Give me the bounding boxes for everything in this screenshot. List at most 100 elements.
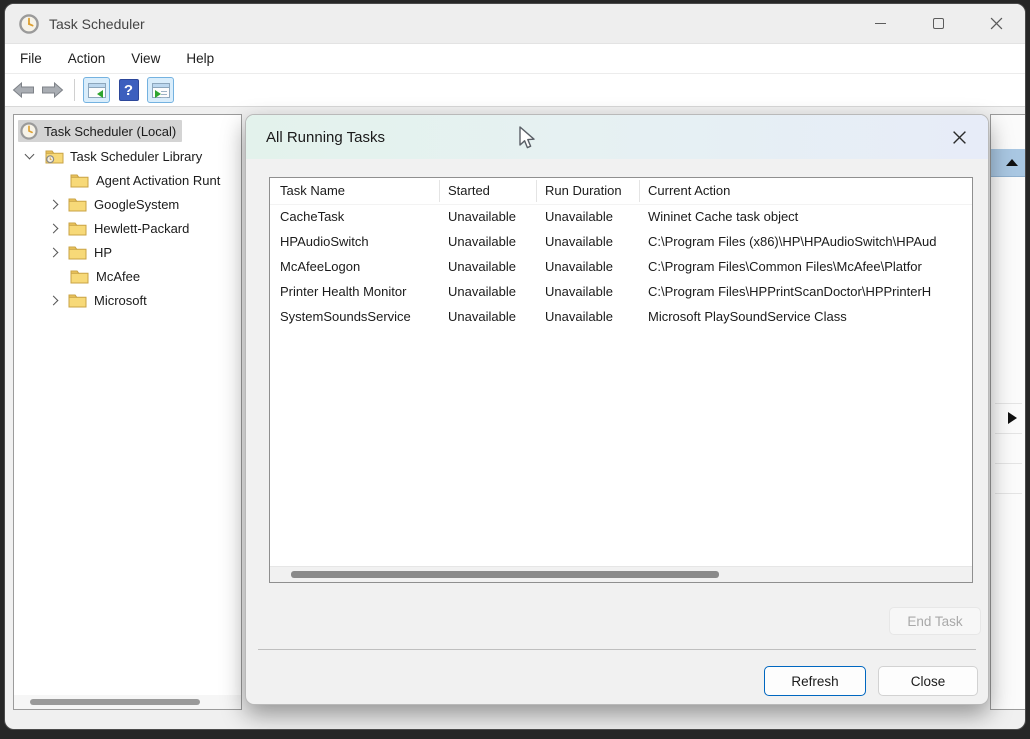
menu-action[interactable]: Action: [68, 51, 106, 66]
chevron-right-icon[interactable]: [49, 199, 59, 209]
cell-run-duration: Unavailable: [545, 309, 640, 324]
cell-task-name: Printer Health Monitor: [280, 284, 438, 299]
tree-item-label: HP: [94, 245, 112, 260]
tree-item-label: Hewlett-Packard: [94, 221, 189, 236]
console-tree-panel: Task Scheduler (Local) Task Scheduler Li…: [13, 114, 242, 710]
chevron-right-icon[interactable]: [49, 247, 59, 257]
cell-started: Unavailable: [448, 259, 536, 274]
folder-icon: [70, 268, 89, 284]
list-scrollbar-thumb[interactable]: [291, 571, 719, 578]
dialog-separator: [258, 649, 976, 650]
back-arrow-icon[interactable]: [10, 81, 37, 99]
menu-file[interactable]: File: [20, 51, 42, 66]
column-header-current-action[interactable]: Current Action: [648, 183, 730, 198]
end-task-button[interactable]: End Task: [889, 607, 981, 635]
chevron-right-icon[interactable]: [49, 295, 59, 305]
chevron-right-icon[interactable]: [49, 223, 59, 233]
folder-icon: [70, 172, 89, 188]
toolbar: ?: [5, 74, 1025, 107]
window-titlebar: Task Scheduler: [5, 4, 1025, 44]
cell-started: Unavailable: [448, 284, 536, 299]
dialog-titlebar: All Running Tasks: [246, 115, 988, 159]
cell-task-name: CacheTask: [280, 209, 438, 224]
close-icon: [990, 17, 1003, 30]
action-pane-icon: [152, 83, 170, 98]
column-header-task-name[interactable]: Task Name: [280, 183, 345, 198]
tree-item-folder-0[interactable]: Agent Activation Runt: [70, 168, 220, 192]
list-horizontal-scrollbar[interactable]: [270, 566, 972, 582]
tree-item-label: McAfee: [96, 269, 140, 284]
table-row[interactable]: SystemSoundsService Unavailable Unavaila…: [270, 305, 972, 330]
table-row[interactable]: Printer Health Monitor Unavailable Unava…: [270, 280, 972, 305]
clock-icon: [19, 14, 39, 34]
folder-icon: [68, 244, 87, 260]
selected-tree-item: Task Scheduler (Local): [18, 120, 182, 142]
clock-icon: [20, 122, 38, 140]
cell-current-action: Microsoft PlaySoundService Class: [648, 309, 970, 324]
actions-pane-header[interactable]: [991, 149, 1026, 177]
tree-item-folder-3[interactable]: HP: [50, 240, 112, 264]
table-row[interactable]: HPAudioSwitch Unavailable Unavailable C:…: [270, 230, 972, 255]
running-tasks-list[interactable]: Task Name Started Run Duration Current A…: [269, 177, 973, 583]
tree-scrollbar-thumb[interactable]: [30, 699, 200, 705]
cell-started: Unavailable: [448, 309, 536, 324]
cell-run-duration: Unavailable: [545, 209, 640, 224]
cell-run-duration: Unavailable: [545, 284, 640, 299]
menu-bar: File Action View Help: [5, 44, 1025, 74]
menu-help[interactable]: Help: [186, 51, 214, 66]
collapse-up-icon: [1006, 159, 1018, 166]
tree-horizontal-scrollbar[interactable]: [14, 695, 241, 709]
folder-icon: [68, 292, 87, 308]
tree-item-folder-1[interactable]: GoogleSystem: [50, 192, 179, 216]
chevron-down-icon[interactable]: [25, 150, 35, 160]
forward-arrow-icon[interactable]: [39, 81, 66, 99]
show-action-pane-button[interactable]: [147, 77, 174, 103]
cell-task-name: HPAudioSwitch: [280, 234, 438, 249]
refresh-button[interactable]: Refresh: [764, 666, 866, 696]
minimize-icon: [875, 23, 886, 24]
tree-item-label: Agent Activation Runt: [96, 173, 220, 188]
dialog-close-button[interactable]: [946, 124, 972, 150]
mouse-cursor: [516, 126, 538, 152]
folder-icon: [68, 196, 87, 212]
maximize-icon: [933, 18, 944, 29]
tree-item-folder-4[interactable]: McAfee: [70, 264, 140, 288]
column-header-started[interactable]: Started: [448, 183, 490, 198]
cell-started: Unavailable: [448, 234, 536, 249]
table-row[interactable]: CacheTask Unavailable Unavailable Winine…: [270, 205, 972, 230]
tree-item-library[interactable]: Task Scheduler Library: [26, 144, 202, 168]
cell-current-action: Wininet Cache task object: [648, 209, 970, 224]
task-scheduler-window: Task Scheduler File Action View Help: [4, 3, 1026, 730]
tree-item-task-scheduler-local[interactable]: Task Scheduler (Local): [18, 119, 182, 143]
dialog-title: All Running Tasks: [266, 129, 385, 146]
cell-current-action: C:\Program Files\Common Files\McAfee\Pla…: [648, 259, 970, 274]
show-console-tree-button[interactable]: [83, 77, 110, 103]
console-tree-icon: [88, 83, 106, 98]
tree-item-folder-2[interactable]: Hewlett-Packard: [50, 216, 189, 240]
table-row[interactable]: McAfeeLogon Unavailable Unavailable C:\P…: [270, 255, 972, 280]
cell-current-action: C:\Program Files\HPPrintScanDoctor\HPPri…: [648, 284, 970, 299]
maximize-button[interactable]: [909, 4, 967, 43]
cell-current-action: C:\Program Files (x86)\HP\HPAudioSwitch\…: [648, 234, 970, 249]
dialog-close-footer-button[interactable]: Close: [878, 666, 978, 696]
actions-pane: [990, 114, 1026, 710]
tree-item-folder-5[interactable]: Microsoft: [50, 288, 147, 312]
cell-run-duration: Unavailable: [545, 259, 640, 274]
cell-task-name: McAfeeLogon: [280, 259, 438, 274]
folder-clock-icon: [45, 148, 64, 164]
tree-item-label: Task Scheduler Library: [70, 149, 202, 164]
toolbar-separator: [74, 79, 75, 101]
tree-item-label: GoogleSystem: [94, 197, 179, 212]
tree-item-label: Microsoft: [94, 293, 147, 308]
folder-icon: [68, 220, 87, 236]
column-header-run-duration[interactable]: Run Duration: [545, 183, 622, 198]
close-button[interactable]: [967, 4, 1025, 43]
cell-run-duration: Unavailable: [545, 234, 640, 249]
help-button[interactable]: ?: [115, 77, 142, 103]
window-title: Task Scheduler: [49, 16, 145, 32]
help-icon: ?: [119, 79, 139, 101]
menu-view[interactable]: View: [131, 51, 160, 66]
tree-item-label: Task Scheduler (Local): [44, 124, 176, 139]
expand-right-icon[interactable]: [1008, 412, 1017, 424]
minimize-button[interactable]: [851, 4, 909, 43]
